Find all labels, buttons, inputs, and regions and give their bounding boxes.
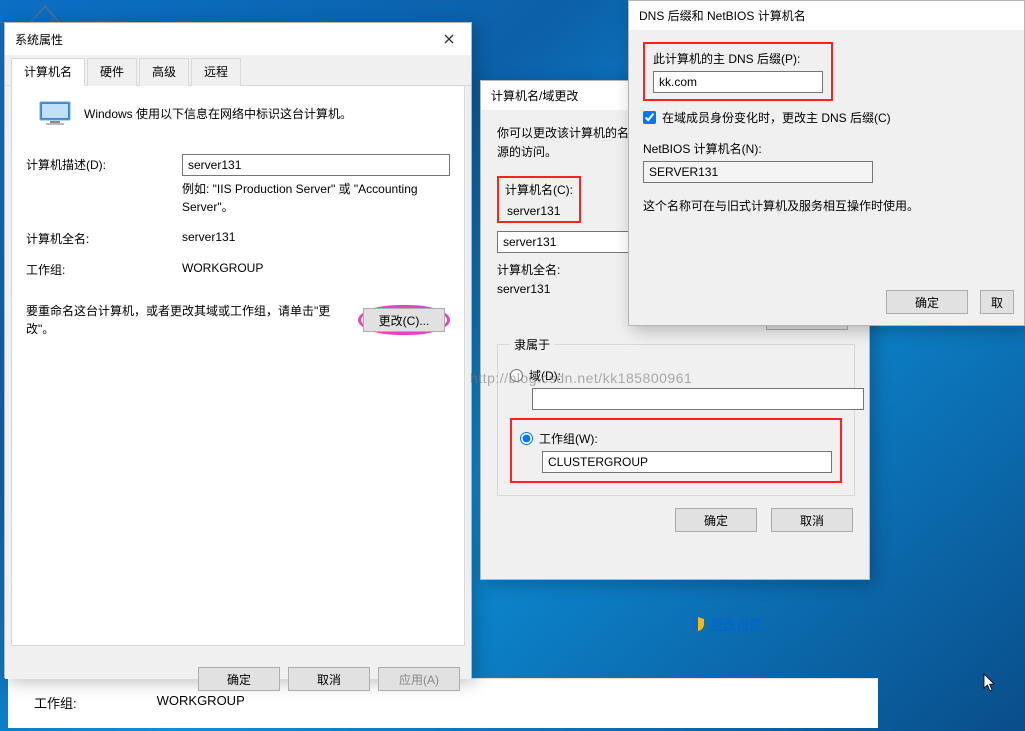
- primary-dns-suffix-label: 此计算机的主 DNS 后缀(P):: [653, 50, 823, 67]
- cancel-button-partial[interactable]: 取: [980, 290, 1014, 314]
- change-settings-link[interactable]: 更改设置: [690, 614, 762, 633]
- description-hint: 例如: "IIS Production Server" 或 "Accountin…: [182, 180, 450, 216]
- dns-netbios-dialog: DNS 后缀和 NetBIOS 计算机名 此计算机的主 DNS 后缀(P): k…: [628, 0, 1025, 326]
- change-settings-link-wrap: 更改设置: [690, 614, 762, 637]
- tab-remote[interactable]: 远程: [191, 58, 241, 86]
- member-of-legend: 隶属于: [510, 336, 554, 353]
- computer-icon: [38, 100, 72, 128]
- change-button[interactable]: 更改(C)...: [363, 308, 445, 332]
- description-input[interactable]: [182, 154, 450, 176]
- fullname-label: 计算机全名:: [26, 226, 182, 247]
- description-label: 计算机描述(D):: [26, 152, 182, 173]
- shield-icon: [690, 616, 706, 632]
- highlight-box: 工作组(W):: [510, 418, 842, 483]
- dialog-title-text: DNS 后缀和 NetBIOS 计算机名: [639, 7, 806, 24]
- tab-panel-computer-name: Windows 使用以下信息在网络中标识这台计算机。 计算机描述(D): 例如:…: [11, 86, 465, 646]
- workgroup-value: WORKGROUP: [182, 257, 450, 275]
- workgroup-radio[interactable]: [520, 432, 533, 445]
- titlebar: DNS 后缀和 NetBIOS 计算机名: [629, 1, 1024, 30]
- notification-center-peek-icon: [28, 0, 62, 22]
- computer-name-label: 计算机名(C):: [505, 181, 573, 198]
- titlebar: 系统属性: [5, 23, 471, 55]
- dialog-body: 此计算机的主 DNS 后缀(P): kk.com 在域成员身份变化时，更改主 D…: [629, 30, 1024, 324]
- dialog-body: 计算机名 硬件 高级 远程 Windows 使用以下信息在网络中标识这台计算机。: [5, 55, 471, 679]
- ok-button[interactable]: 确定: [886, 290, 968, 314]
- change-primary-suffix-checkbox[interactable]: [643, 111, 656, 124]
- change-settings-label: 更改设置: [710, 614, 762, 633]
- netbios-hint: 这个名称可在与旧式计算机及服务相互操作时使用。: [643, 197, 1010, 215]
- fullname-value: server131: [182, 226, 450, 244]
- change-primary-suffix-label: 在域成员身份变化时，更改主 DNS 后缀(C): [662, 109, 891, 126]
- tab-hardware[interactable]: 硬件: [87, 58, 137, 86]
- cancel-button[interactable]: 取消: [288, 667, 370, 691]
- ok-button[interactable]: 确定: [198, 667, 280, 691]
- close-button[interactable]: [435, 29, 463, 49]
- domain-radio-row[interactable]: 域(D):: [510, 367, 842, 384]
- highlight-box: 计算机名(C): server131: [497, 176, 581, 223]
- system-properties-dialog: 系统属性 计算机名 硬件 高级 远程 Windows 使用以下: [4, 22, 472, 678]
- workgroup-label: 工作组:: [34, 693, 77, 712]
- dialog-title-text: 计算机名/域更改: [491, 87, 578, 104]
- highlight-box: 此计算机的主 DNS 后缀(P): kk.com: [643, 42, 833, 101]
- member-of-fieldset: 隶属于 域(D): 工作组(W):: [497, 336, 855, 496]
- tabs: 计算机名 硬件 高级 远程: [5, 55, 471, 86]
- netbios-name-input: [643, 161, 873, 183]
- workgroup-value: WORKGROUP: [157, 693, 245, 708]
- highlight-ring: 更改(C)...: [358, 305, 450, 335]
- rename-hint: 要重命名这台计算机，或者更改其域或工作组，请单击"更改"。: [26, 302, 358, 338]
- computer-name-value-preview: server131: [505, 202, 573, 218]
- cancel-button[interactable]: 取消: [771, 508, 853, 532]
- workgroup-label: 工作组(W):: [539, 430, 598, 447]
- tab-advanced[interactable]: 高级: [139, 58, 189, 86]
- intro-text: Windows 使用以下信息在网络中标识这台计算机。: [84, 100, 450, 122]
- primary-dns-suffix-value: kk.com: [653, 71, 823, 93]
- domain-label: 域(D):: [529, 367, 561, 384]
- workgroup-radio-row[interactable]: 工作组(W):: [520, 430, 832, 447]
- tab-computer-name[interactable]: 计算机名: [11, 58, 85, 86]
- apply-button[interactable]: 应用(A): [378, 667, 460, 691]
- workgroup-input[interactable]: [542, 451, 832, 473]
- netbios-name-label: NetBIOS 计算机名(N):: [643, 140, 1010, 157]
- close-icon: [444, 34, 454, 44]
- dialog-title-text: 系统属性: [15, 31, 63, 48]
- ok-button[interactable]: 确定: [675, 508, 757, 532]
- domain-input[interactable]: [532, 388, 864, 410]
- workgroup-label: 工作组:: [26, 257, 182, 278]
- change-primary-suffix-row[interactable]: 在域成员身份变化时，更改主 DNS 后缀(C): [643, 109, 1010, 126]
- domain-radio[interactable]: [510, 369, 523, 382]
